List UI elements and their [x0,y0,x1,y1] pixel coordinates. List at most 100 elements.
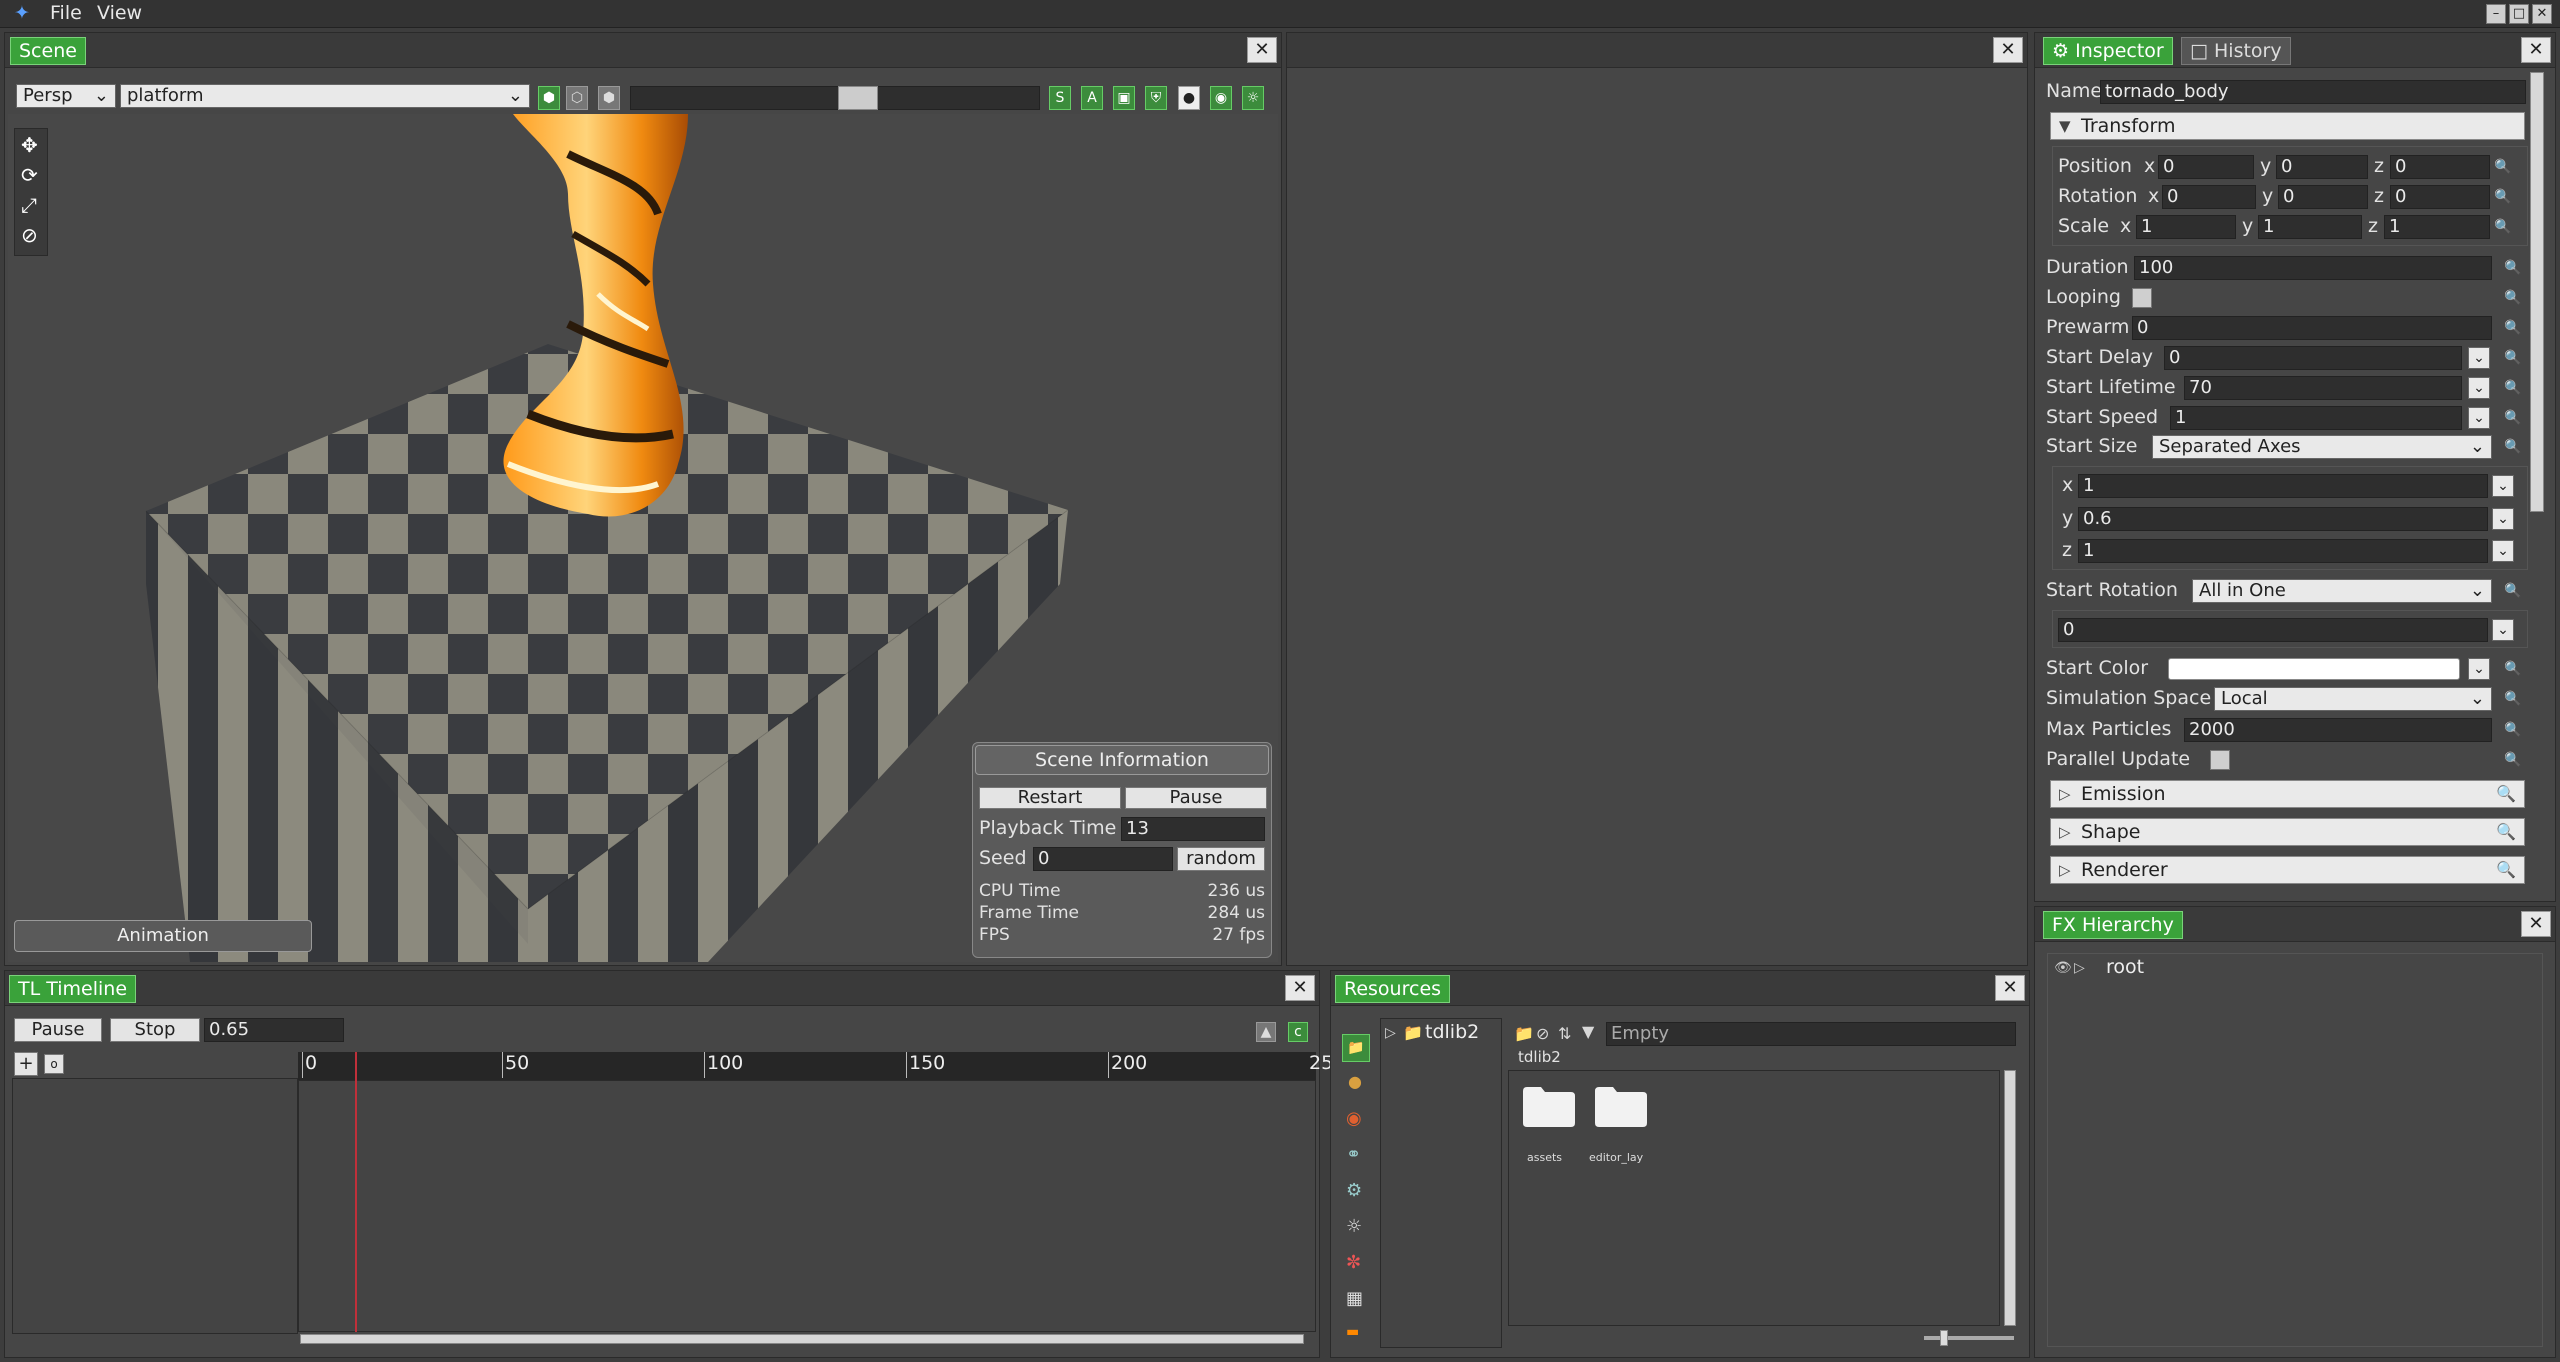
scene-slider-track[interactable] [630,86,1040,110]
globe-icon[interactable]: ⚭ [1346,1144,1361,1165]
start-speed-field[interactable]: 1 [2170,406,2462,430]
sun-icon[interactable]: ☼ [1242,86,1264,110]
search-icon[interactable]: 🔍 [2494,219,2511,235]
resource-filter-input[interactable]: Empty [1606,1022,2016,1046]
position-z-field[interactable]: 0 [2390,155,2490,179]
seed-field[interactable]: 0 [1033,847,1173,871]
looping-checkbox[interactable] [2132,288,2152,308]
expand-arrow-icon[interactable]: ▷ [1385,1025,1396,1041]
rotation-x-field[interactable]: 0 [2162,185,2256,209]
shape-section-header[interactable]: ▷ Shape 🔍 [2050,818,2525,846]
timeline-stop-button[interactable]: Stop [110,1018,200,1042]
search-icon[interactable]: 🔍 [2504,752,2521,768]
tab-fx-hierarchy[interactable]: FX Hierarchy [2043,911,2183,939]
tab-timeline[interactable]: TL Timeline [9,975,137,1003]
start-size-mode-select[interactable]: Separated Axes ⌄ [2152,435,2492,459]
resource-scrollbar[interactable] [2004,1070,2016,1326]
start-rotation-mode-select[interactable]: All in One ⌄ [2192,579,2492,603]
max-particles-field[interactable]: 2000 [2184,718,2492,742]
search-icon[interactable]: 🔍 [2504,722,2521,738]
timeline-time-field[interactable]: 0.65 [204,1018,344,1042]
box-icon[interactable]: ▣ [1113,86,1135,110]
resource-item-assets[interactable] [1523,1087,1575,1127]
search-icon[interactable]: 🔍 [2494,159,2511,175]
chevron-down-icon[interactable]: ⌄ [2492,619,2514,641]
shield-icon[interactable]: ⛨ [1145,86,1167,110]
filter-icon[interactable]: ▼ [1582,1022,1594,1041]
search-icon[interactable]: 🔍 [2504,320,2521,336]
transform-section-header[interactable]: ▼ Transform [2050,112,2525,140]
eye-icon[interactable]: 👁 [2054,960,2072,976]
timeline-close-button[interactable]: ✕ [1285,975,1315,1001]
search-icon[interactable]: 🔍 [2494,189,2511,205]
name-field[interactable]: tornado_body [2100,80,2526,104]
start-lifetime-field[interactable]: 70 [2184,376,2462,400]
playback-time-field[interactable]: 13 [1121,817,1265,841]
search-icon[interactable]: 🔍 [2504,290,2521,306]
object-select[interactable]: platform ⌄ [120,84,530,108]
close-window-button[interactable]: ✕ [2532,4,2552,24]
resources-close-button[interactable]: ✕ [1995,975,2025,1001]
renderer-section-header[interactable]: ▷ Renderer 🔍 [2050,856,2525,884]
keyframe-icon[interactable]: ▲ [1256,1022,1276,1042]
search-icon[interactable]: 🔍 [2504,410,2521,426]
chevron-down-icon[interactable]: ⌄ [2492,475,2514,497]
search-icon[interactable]: 🔍 [2504,661,2521,677]
search-icon[interactable]: 🔍 [2504,691,2521,707]
search-icon[interactable]: 🔍 [2504,380,2521,396]
inspector-close-button[interactable]: ✕ [2521,37,2551,63]
sort-icon[interactable]: ⇅ [1558,1024,1571,1043]
add-track-button[interactable]: + [14,1052,38,1076]
rotation-y-field[interactable]: 0 [2278,185,2368,209]
timeline-scrollbar[interactable] [300,1334,1304,1344]
scale-y-field[interactable]: 1 [2258,215,2362,239]
chevron-down-icon[interactable]: ⌄ [2492,540,2514,562]
material-icon[interactable]: ● [1348,1072,1362,1091]
rotation-z-field[interactable]: 0 [2390,185,2490,209]
move-gizmo-icon[interactable]: ✥ [21,133,38,157]
scale-x-field[interactable]: 1 [2136,215,2236,239]
size-z-field[interactable]: 1 [2078,539,2488,563]
folder-icon[interactable]: 📁 [1342,1034,1370,1062]
snap-toggle-a[interactable]: A [1081,86,1103,110]
shader-icon[interactable]: ⚙ [1346,1180,1362,1201]
sphere-icon[interactable]: ● [1178,86,1200,110]
random-seed-button[interactable]: random [1177,847,1265,871]
search-icon[interactable]: 🔍 [2496,781,2516,807]
color-wheel-icon[interactable]: ✼ [1346,1252,1361,1273]
scene-slider-handle[interactable] [838,86,878,110]
fx-hierarchy-close-button[interactable]: ✕ [2521,911,2551,937]
scene-info-title[interactable]: Scene Information [975,745,1269,775]
pause-button[interactable]: Pause [1125,787,1267,809]
position-x-field[interactable]: 0 [2158,155,2254,179]
search-icon[interactable]: 🔍 [2504,260,2521,276]
timeline-ruler[interactable] [298,1052,1316,1080]
search-icon[interactable]: 🔍 [2496,857,2516,883]
minimize-button[interactable]: – [2486,4,2506,24]
loop-toggle-icon[interactable]: c [1288,1022,1308,1042]
search-icon[interactable]: 🔍 [2504,583,2521,599]
camera-mode-select[interactable]: Persp ⌄ [16,84,116,108]
zoom-slider-track[interactable] [1924,1336,2014,1340]
search-icon[interactable]: 🔍 [2504,439,2521,455]
scale-z-field[interactable]: 1 [2384,215,2490,239]
tab-resources[interactable]: Resources [1335,975,1451,1003]
tab-scene[interactable]: Scene [10,37,86,65]
search-icon[interactable]: 🔍 [2504,350,2521,366]
scene-close-button[interactable]: ✕ [1247,37,1277,63]
size-y-field[interactable]: 0.6 [2078,507,2488,531]
restart-button[interactable]: Restart [979,787,1121,809]
empty-panel-close-button[interactable]: ✕ [1993,37,2023,63]
expand-arrow-icon[interactable]: ▷ [2074,960,2085,976]
rotate-gizmo-icon[interactable]: ⟳ [21,163,38,187]
search-icon[interactable]: 🔍 [2496,819,2516,845]
solid-cube-icon[interactable]: ⬢ [538,86,560,110]
tab-history[interactable]: □ History [2181,37,2291,65]
palette-icon[interactable]: ◉ [1346,1108,1362,1129]
chevron-down-icon[interactable]: ⌄ [2468,377,2490,399]
visibility-icon[interactable]: ⊘ [1536,1024,1549,1043]
maximize-button[interactable]: □ [2509,4,2529,24]
new-folder-icon[interactable]: 📁 [1514,1024,1534,1043]
chevron-down-icon[interactable]: ⌄ [2468,407,2490,429]
snap-toggle-s[interactable]: S [1049,86,1071,110]
